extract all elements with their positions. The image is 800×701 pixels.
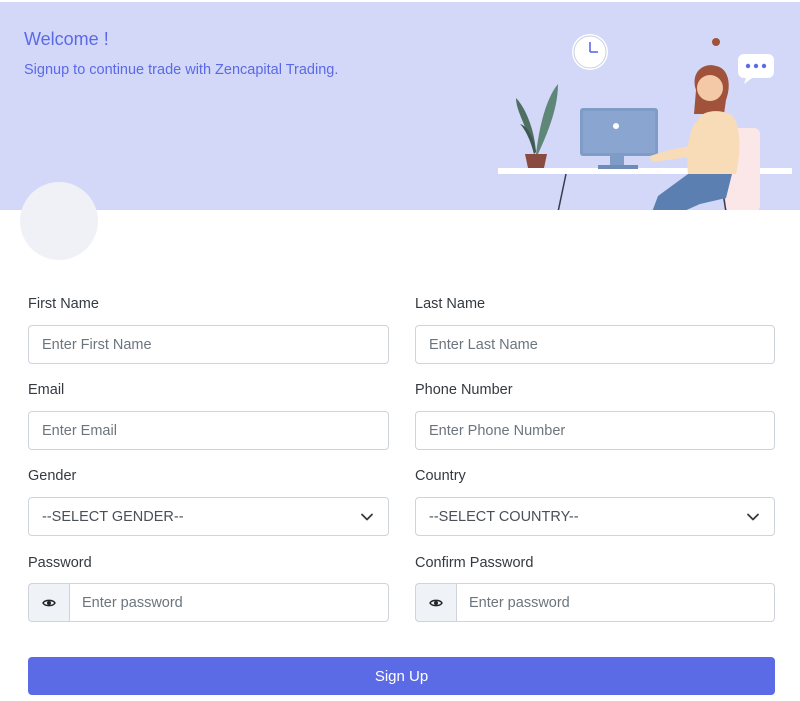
header-banner: Welcome ! Signup to continue trade with … [0, 2, 800, 210]
gender-label: Gender [28, 468, 77, 484]
country-select[interactable]: --SELECT COUNTRY-- [415, 497, 775, 536]
email-input[interactable] [28, 411, 389, 450]
last-name-input[interactable] [415, 325, 775, 364]
signup-page: Welcome ! Signup to continue trade with … [0, 0, 800, 701]
chat-bubble-icon [738, 54, 774, 84]
eye-icon[interactable] [415, 583, 456, 622]
welcome-title: Welcome ! [24, 29, 109, 49]
avatar [20, 182, 98, 260]
confirm-password-label: Confirm Password [415, 555, 534, 571]
welcome-subtitle: Signup to continue trade with Zencapital… [24, 62, 339, 78]
monitor-icon [580, 108, 658, 169]
phone-label: Phone Number [415, 382, 513, 398]
phone-input[interactable] [415, 411, 775, 450]
password-input[interactable]: Enter password [69, 583, 389, 622]
email-label: Email [28, 382, 65, 398]
eye-icon[interactable] [28, 583, 69, 622]
gender-select[interactable]: --SELECT GENDER-- [28, 497, 389, 536]
first-name-label: First Name [28, 296, 99, 312]
plant-icon [516, 84, 558, 168]
chevron-down-icon [747, 513, 759, 521]
first-name-input[interactable] [28, 325, 389, 364]
clock-icon [572, 34, 608, 70]
confirm-password-input[interactable]: Enter password [456, 583, 775, 622]
country-selected-value: --SELECT COUNTRY-- [429, 508, 579, 525]
confirm-password-field-group: Enter password [415, 583, 775, 622]
password-label: Password [28, 555, 92, 571]
sign-up-button[interactable]: Sign Up [28, 657, 775, 695]
chevron-down-icon [361, 513, 373, 521]
last-name-label: Last Name [415, 296, 486, 312]
workspace-illustration [498, 34, 792, 210]
gender-selected-value: --SELECT GENDER-- [42, 508, 184, 525]
person-illustration [650, 38, 740, 210]
country-label: Country [415, 468, 466, 484]
password-field-group: Enter password [28, 583, 389, 622]
